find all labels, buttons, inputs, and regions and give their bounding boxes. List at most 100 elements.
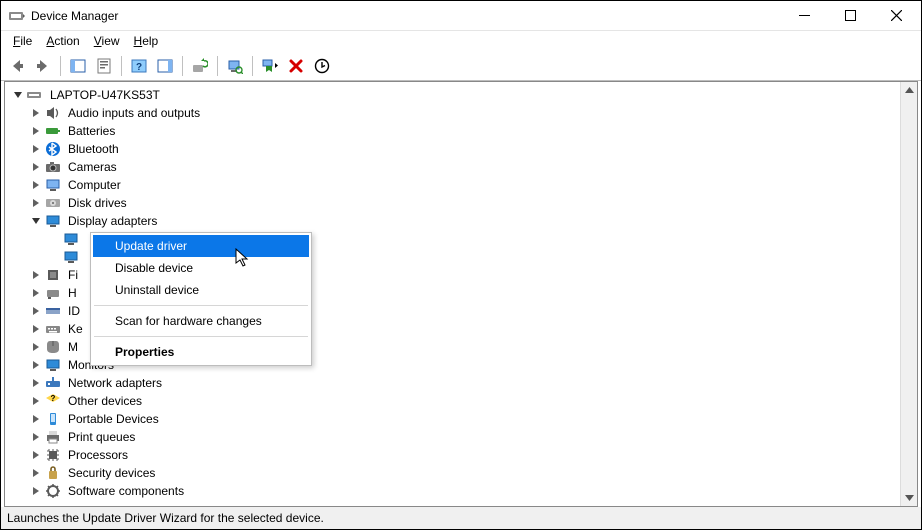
toolbar-separator: [252, 56, 253, 76]
software-icon: [45, 483, 61, 499]
expander-icon[interactable]: [29, 286, 43, 300]
scroll-track[interactable]: [901, 99, 917, 489]
minimize-button[interactable]: [781, 1, 827, 31]
category-processors[interactable]: Processors: [11, 446, 911, 464]
ctx-item-label: Scan for hardware changes: [115, 314, 262, 328]
mouse-icon: [45, 339, 61, 355]
menu-help[interactable]: Help: [128, 33, 165, 49]
add-legacy-button[interactable]: [310, 54, 334, 78]
expander-icon[interactable]: [29, 160, 43, 174]
maximize-button[interactable]: [827, 1, 873, 31]
back-button[interactable]: [5, 54, 29, 78]
category-label: M: [66, 340, 80, 354]
category-label: Software components: [66, 484, 186, 498]
toolbar-separator: [60, 56, 61, 76]
ctx-scan-hardware[interactable]: Scan for hardware changes: [93, 310, 309, 332]
app-icon: [9, 8, 25, 24]
category-label: Security devices: [66, 466, 157, 480]
category-security[interactable]: Security devices: [11, 464, 911, 482]
disable-device-button[interactable]: [258, 54, 282, 78]
expander-icon[interactable]: [29, 430, 43, 444]
category-cameras[interactable]: Cameras: [11, 158, 911, 176]
ctx-separator: [94, 336, 308, 337]
scroll-down-button[interactable]: [901, 489, 917, 506]
camera-icon: [45, 159, 61, 175]
monitor-icon: [45, 357, 61, 373]
forward-button[interactable]: [31, 54, 55, 78]
category-label: Network adapters: [66, 376, 164, 390]
category-batteries[interactable]: Batteries: [11, 122, 911, 140]
expander-icon[interactable]: [29, 322, 43, 336]
vertical-scrollbar[interactable]: [900, 82, 917, 506]
expander-icon[interactable]: [29, 358, 43, 372]
expander-icon[interactable]: [29, 214, 43, 228]
scan-hardware-button[interactable]: [223, 54, 247, 78]
menu-file[interactable]: File: [7, 33, 38, 49]
category-audio[interactable]: Audio inputs and outputs: [11, 104, 911, 122]
expander-icon[interactable]: [29, 142, 43, 156]
console-tree-button[interactable]: [66, 54, 90, 78]
category-software[interactable]: Software components: [11, 482, 911, 500]
menu-action[interactable]: Action: [40, 33, 85, 49]
ctx-separator: [94, 305, 308, 306]
category-print-queues[interactable]: Print queues: [11, 428, 911, 446]
ctx-item-label: Disable device: [115, 261, 193, 275]
expander-icon[interactable]: [29, 448, 43, 462]
category-other[interactable]: ? Other devices: [11, 392, 911, 410]
chip-icon: [45, 267, 61, 283]
help-button[interactable]: ?: [127, 54, 151, 78]
expander-icon[interactable]: [29, 124, 43, 138]
ctx-uninstall-device[interactable]: Uninstall device: [93, 279, 309, 301]
expander-icon[interactable]: [29, 394, 43, 408]
category-disk-drives[interactable]: Disk drives: [11, 194, 911, 212]
category-portable[interactable]: Portable Devices: [11, 410, 911, 428]
category-network[interactable]: Network adapters: [11, 374, 911, 392]
keyboard-icon: [45, 321, 61, 337]
svg-text:?: ?: [51, 394, 56, 403]
expander-icon[interactable]: [11, 88, 25, 102]
category-bluetooth[interactable]: Bluetooth: [11, 140, 911, 158]
title-bar: Device Manager: [1, 1, 921, 31]
ctx-properties[interactable]: Properties: [93, 341, 309, 363]
category-label: Audio inputs and outputs: [66, 106, 202, 120]
ctx-disable-device[interactable]: Disable device: [93, 257, 309, 279]
expander-icon[interactable]: [29, 304, 43, 318]
display-adapter-icon: [63, 249, 79, 265]
scroll-up-button[interactable]: [901, 82, 917, 99]
expander-icon[interactable]: [29, 340, 43, 354]
category-label: Ke: [66, 322, 85, 336]
toolbar: ?: [1, 51, 921, 81]
expander-icon[interactable]: [29, 196, 43, 210]
uninstall-device-button[interactable]: [284, 54, 308, 78]
expander-icon[interactable]: [29, 178, 43, 192]
expander-icon[interactable]: [29, 376, 43, 390]
update-driver-button[interactable]: [188, 54, 212, 78]
expander-icon[interactable]: [29, 268, 43, 282]
properties-button[interactable]: [92, 54, 116, 78]
status-bar: Launches the Update Driver Wizard for th…: [1, 507, 921, 529]
menu-view[interactable]: View: [88, 33, 126, 49]
ctx-item-label: Update driver: [115, 239, 187, 253]
close-button[interactable]: [873, 1, 919, 31]
action-pane-button[interactable]: [153, 54, 177, 78]
ctx-item-label: Uninstall device: [115, 283, 199, 297]
toolbar-separator: [217, 56, 218, 76]
category-computer[interactable]: Computer: [11, 176, 911, 194]
category-label: Computer: [66, 178, 123, 192]
expander-icon[interactable]: [29, 466, 43, 480]
category-label: Disk drives: [66, 196, 129, 210]
toolbar-separator: [121, 56, 122, 76]
expander-icon[interactable]: [29, 484, 43, 498]
category-label: Bluetooth: [66, 142, 121, 156]
category-label: Other devices: [66, 394, 144, 408]
expander-icon[interactable]: [29, 106, 43, 120]
toolbar-separator: [182, 56, 183, 76]
display-adapter-icon: [63, 231, 79, 247]
ctx-update-driver[interactable]: Update driver: [93, 235, 309, 257]
menu-bar: File Action View Help: [1, 31, 921, 51]
security-icon: [45, 465, 61, 481]
disk-icon: [45, 195, 61, 211]
expander-icon[interactable]: [29, 412, 43, 426]
tree-root[interactable]: LAPTOP-U47KS53T: [11, 86, 911, 104]
category-display-adapters[interactable]: Display adapters: [11, 212, 911, 230]
